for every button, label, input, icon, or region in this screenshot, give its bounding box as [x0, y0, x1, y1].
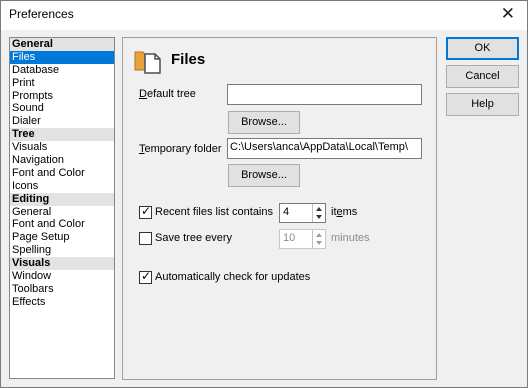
- checkmark-icon: ✓: [141, 269, 152, 283]
- recent-files-stepper[interactable]: 4: [279, 203, 326, 223]
- spin-up-icon[interactable]: [316, 207, 322, 211]
- recent-files-checkbox[interactable]: ✓: [139, 204, 152, 219]
- title-bar: Preferences ✕: [1, 1, 527, 30]
- temp-folder-label: Temporary folder: [139, 143, 222, 155]
- category-item[interactable]: Database: [10, 64, 114, 77]
- category-item[interactable]: Font and Color: [10, 218, 114, 231]
- category-item[interactable]: Print: [10, 77, 114, 90]
- auto-update-checkbox[interactable]: ✓: [139, 269, 152, 284]
- category-item[interactable]: Files: [10, 50, 114, 64]
- cancel-button[interactable]: Cancel: [446, 65, 519, 88]
- category-item[interactable]: Page Setup: [10, 231, 114, 244]
- category-item[interactable]: Spelling: [10, 244, 114, 257]
- category-header[interactable]: Tree: [10, 128, 114, 142]
- category-item[interactable]: Window: [10, 270, 114, 283]
- temp-folder-input[interactable]: C:\Users\anca\AppData\Local\Temp\: [227, 138, 422, 159]
- save-tree-checkbox[interactable]: [139, 232, 152, 245]
- spin-arrows[interactable]: [312, 230, 325, 248]
- recent-files-value: 4: [283, 206, 290, 218]
- category-item[interactable]: Toolbars: [10, 283, 114, 296]
- folder-document-icon: [134, 51, 161, 74]
- default-tree-input[interactable]: [227, 84, 422, 105]
- auto-update-label: Automatically check for updates: [155, 271, 311, 283]
- category-item[interactable]: Navigation: [10, 154, 114, 167]
- default-tree-browse-button[interactable]: Browse...: [228, 111, 300, 134]
- spin-down-icon[interactable]: [316, 241, 322, 245]
- category-header[interactable]: General: [10, 38, 114, 51]
- close-icon[interactable]: ✕: [501, 4, 515, 24]
- category-item[interactable]: Font and Color: [10, 167, 114, 180]
- category-item[interactable]: Effects: [10, 296, 114, 309]
- category-item[interactable]: Dialer: [10, 115, 114, 128]
- category-item[interactable]: Sound: [10, 102, 114, 115]
- ok-button[interactable]: OK: [446, 37, 519, 60]
- spin-up-icon[interactable]: [316, 233, 322, 237]
- category-header[interactable]: Visuals: [10, 257, 114, 271]
- spin-down-icon[interactable]: [316, 215, 322, 219]
- save-tree-label: Save tree every: [155, 232, 233, 244]
- save-tree-value: 10: [283, 232, 296, 244]
- window-title: Preferences: [9, 7, 74, 21]
- category-list[interactable]: General Files Database Print Prompts Sound Dia…: [9, 37, 115, 379]
- recent-files-label: Recent files list contains: [155, 206, 273, 218]
- category-header[interactable]: Editing: [10, 192, 114, 206]
- category-item[interactable]: Prompts: [10, 90, 114, 103]
- category-item[interactable]: Visuals: [10, 141, 114, 154]
- preferences-window: Preferences ✕ General Files Database Print P…: [0, 0, 528, 388]
- save-tree-stepper[interactable]: 10: [279, 229, 326, 249]
- checkmark-icon: ✓: [141, 204, 152, 218]
- default-tree-label: Default tree: [139, 88, 196, 100]
- temp-folder-browse-button[interactable]: Browse...: [228, 164, 300, 187]
- save-tree-unit: minutes: [331, 232, 370, 244]
- recent-files-unit: items: [331, 206, 358, 218]
- spin-arrows[interactable]: [312, 204, 325, 222]
- category-item[interactable]: Icons: [10, 180, 114, 193]
- panel-title: Files: [171, 51, 206, 68]
- category-item[interactable]: General: [10, 206, 114, 219]
- help-button[interactable]: Help: [446, 93, 519, 116]
